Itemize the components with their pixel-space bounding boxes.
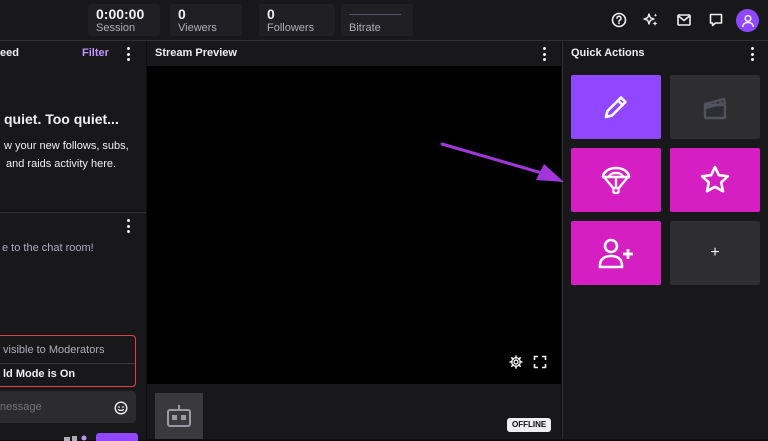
viewers-stat: 0 Viewers (170, 4, 242, 36)
add-quick-action-button[interactable]: + (670, 221, 760, 285)
filter-button[interactable]: Filter (82, 41, 109, 65)
clapperboard-icon (703, 97, 727, 120)
raid-button[interactable] (571, 148, 661, 212)
edit-stream-info-button[interactable] (571, 75, 661, 139)
stream-preview-panel: Stream Preview OFFLINE (147, 41, 561, 439)
session-label: Session (96, 22, 136, 34)
followers-value: 0 (267, 6, 275, 22)
top-bar: 0:00:00 Session 0 Viewers 0 Followers Bi… (0, 0, 768, 41)
bitrate-stat: Bitrate (341, 4, 413, 36)
feed-more-icon[interactable] (126, 47, 130, 61)
activity-feed-panel: eed Filter quiet. Too quiet... w your ne… (0, 41, 146, 211)
user-icon (741, 14, 754, 27)
bitrate-graph (349, 14, 401, 15)
chat-mode-notice: visible to Moderators ld Mode is On (0, 335, 136, 387)
offline-status-badge: OFFLINE (507, 418, 552, 432)
chat-welcome-message: e to the chat room! (2, 242, 94, 254)
add-moderator-button[interactable] (571, 221, 661, 285)
add-user-icon (598, 238, 633, 269)
followers-stat: 0 Followers (259, 4, 335, 36)
session-value: 0:00:00 (96, 6, 145, 22)
chat-more-icon[interactable] (126, 219, 130, 233)
stream-thumbnail (155, 393, 203, 439)
settings-gear-icon[interactable] (509, 355, 523, 369)
offline-game-icon (167, 405, 191, 427)
quick-actions-panel: Quick Actions + (562, 41, 768, 439)
clip-button[interactable] (670, 75, 760, 139)
preview-more-icon[interactable] (542, 47, 546, 61)
help-icon[interactable] (609, 10, 629, 30)
feed-empty-description: w your new follows, subs, and raids acti… (4, 137, 129, 173)
whisper-icon[interactable] (706, 10, 726, 30)
emote-icon[interactable] (114, 401, 128, 415)
viewers-value: 0 (178, 6, 186, 22)
viewers-label: Viewers (178, 22, 217, 34)
star-icon (700, 165, 730, 193)
bitrate-label: Bitrate (349, 22, 381, 34)
quick-actions-more-icon[interactable] (750, 47, 754, 61)
pencil-icon (604, 96, 627, 119)
chat-panel: e to the chat room! visible to Moderator… (0, 212, 146, 441)
sparkle-icon[interactable] (641, 10, 661, 30)
stream-preview-player[interactable] (147, 66, 561, 384)
session-stat: 0:00:00 Session (88, 4, 160, 36)
fullscreen-icon[interactable] (533, 355, 547, 369)
stream-preview-title: Stream Preview (155, 47, 237, 59)
highlight-button[interactable] (670, 148, 760, 212)
inbox-icon[interactable] (674, 10, 694, 30)
chat-tools-icon (64, 435, 87, 441)
feed-empty-heading: quiet. Too quiet... (4, 111, 119, 127)
moderator-visibility-text: visible to Moderators (3, 344, 105, 356)
quick-actions-title: Quick Actions (571, 47, 645, 59)
chat-mode-text: ld Mode is On (3, 368, 76, 380)
feed-desc-line-1: w your new follows, subs, (4, 140, 129, 152)
chat-send-button[interactable] (96, 433, 138, 441)
user-avatar[interactable] (736, 9, 759, 32)
activity-feed-title: eed (0, 47, 19, 59)
notice-divider (0, 363, 135, 364)
parachute-icon (601, 166, 631, 195)
feed-desc-line-2: and raids activity here. (6, 158, 117, 170)
followers-label: Followers (267, 22, 315, 34)
annotation-arrow-icon (440, 142, 564, 182)
